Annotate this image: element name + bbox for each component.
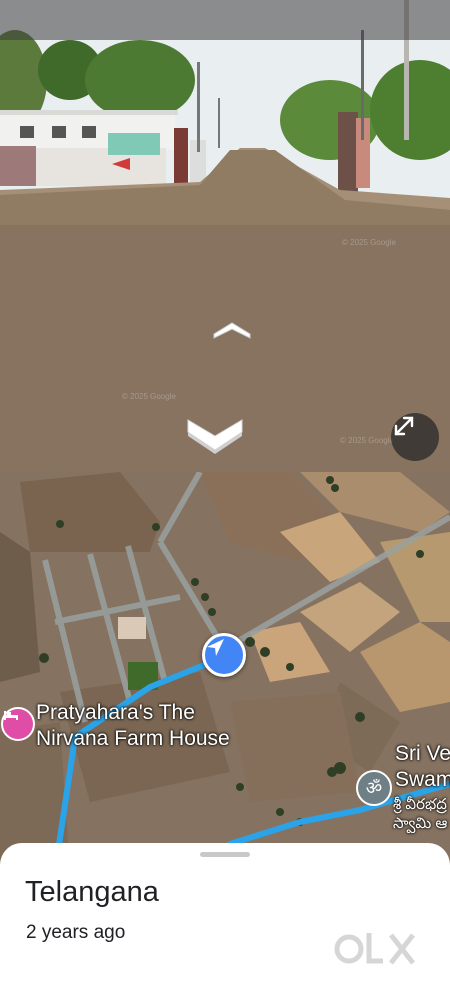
current-location-marker[interactable] <box>202 633 246 677</box>
poi-pin-farm-house[interactable] <box>1 707 35 741</box>
move-back-button[interactable] <box>186 412 244 454</box>
poi-pin-temple[interactable]: ॐ <box>356 770 392 806</box>
place-info-sheet[interactable]: Telangana 2 years ago <box>0 843 450 1000</box>
poi-name-line: స్వామి ఆ <box>393 815 448 832</box>
poi-name-line: Swam <box>395 768 450 791</box>
poi-name-line: Sri Ve <box>395 742 450 765</box>
poi-label-farm-house[interactable]: Pratyahara's The Nirvana Farm House <box>36 700 230 752</box>
capture-date: 2 years ago <box>26 922 126 943</box>
move-forward-button[interactable] <box>212 318 252 340</box>
chevron-up-icon <box>213 322 251 339</box>
drag-handle[interactable] <box>200 852 250 857</box>
street-view-panel[interactable]: © 2025 Google © 2025 Google © 2025 Googl… <box>0 0 450 472</box>
expand-button[interactable] <box>391 413 439 461</box>
poi-name-line: Nirvana Farm House <box>36 727 230 750</box>
place-title: Telangana <box>25 876 159 908</box>
chevron-down-icon <box>187 419 243 454</box>
expand-icon <box>394 416 414 436</box>
hotel-icon <box>4 711 18 720</box>
poi-name-line: శ్రీ వీరభద్ర <box>393 796 447 813</box>
street-view-image <box>0 0 450 472</box>
navigation-arrow-icon <box>207 639 224 656</box>
poi-name-line: Pratyahara's The <box>36 701 195 724</box>
copyright-watermark: © 2025 Google <box>342 238 396 247</box>
om-temple-icon: ॐ <box>365 778 383 798</box>
satellite-map[interactable]: Pratyahara's The Nirvana Farm House ॐ Sr… <box>0 472 450 872</box>
copyright-watermark: © 2025 Google <box>122 392 176 401</box>
status-bar-overlay <box>0 0 450 40</box>
poi-label-temple-telugu[interactable]: శ్రీ వీరభద్ర స్వామి ఆ <box>393 795 447 833</box>
olx-watermark-logo <box>334 933 415 965</box>
poi-label-temple[interactable]: Sri Ve Swam <box>395 741 450 793</box>
copyright-watermark: © 2025 Google <box>340 436 394 445</box>
